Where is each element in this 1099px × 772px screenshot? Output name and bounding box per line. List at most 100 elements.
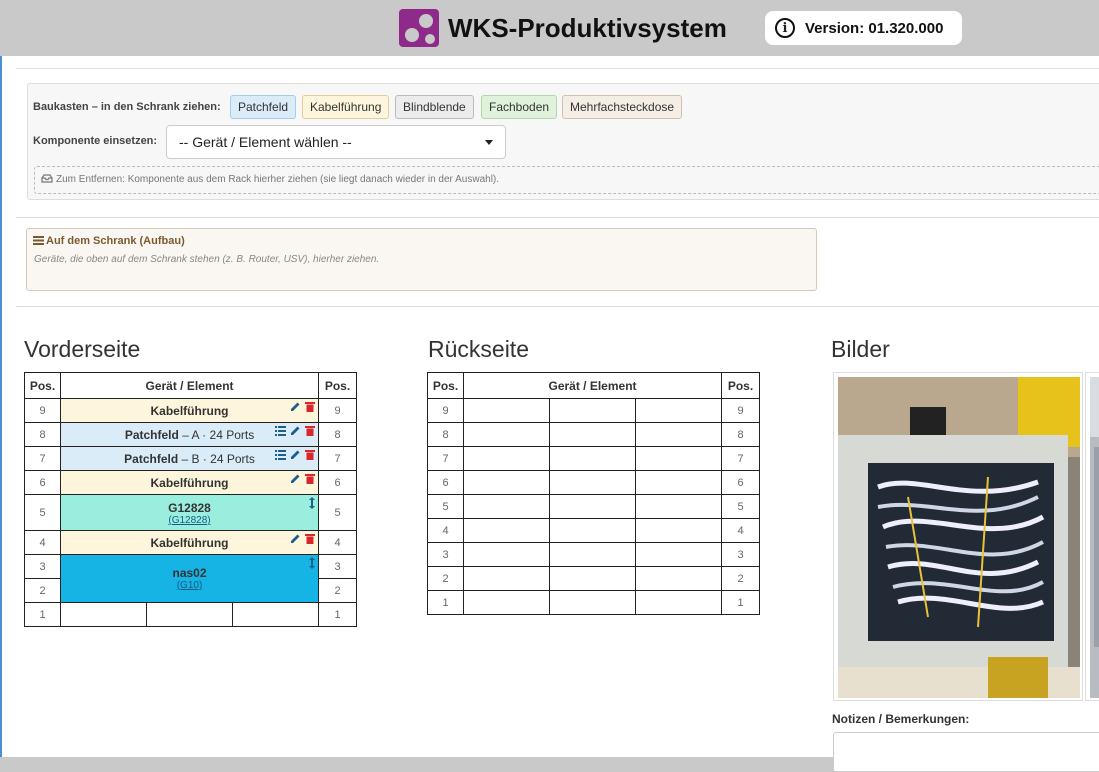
empty-slot[interactable] [549,590,636,615]
empty-slot[interactable] [549,542,636,567]
pos-left: 8 [24,422,61,447]
pos-left: 7 [24,446,61,471]
empty-slot[interactable] [231,602,320,627]
empty-slot[interactable] [549,470,636,495]
version-badge[interactable]: i Version: 01.320.000 [765,11,962,45]
pos-left: 5 [24,494,61,531]
rack-photo-thumbnail[interactable] [833,372,1083,701]
empty-slot[interactable] [549,566,636,591]
device-name: Patchfeld [124,427,179,442]
empty-slot[interactable] [634,542,723,567]
edit-pencil-icon[interactable] [290,401,301,412]
device-detail: – B · 24 Ports [178,451,255,466]
chip-fachboden[interactable]: Fachboden [481,95,558,119]
empty-slot[interactable] [463,542,550,567]
device-name: Patchfeld [124,451,179,466]
empty-slot[interactable] [463,566,550,591]
empty-slot[interactable] [463,494,550,519]
on-top-drop-zone[interactable]: Auf dem Schrank (Aufbau) Geräte, die obe… [26,228,817,291]
chip-patchfeld[interactable]: Patchfeld [230,95,297,119]
empty-slot[interactable] [634,590,723,615]
delete-trash-icon[interactable] [305,533,316,544]
empty-slot[interactable] [549,518,636,543]
col-pos-left: Pos. [427,372,464,399]
pos-right: 4 [318,530,358,555]
back-rack-table: Pos. Gerät / Element Pos. 9 9 8 8 7 7 6 6 5 5… [427,372,761,615]
pos-left: 3 [427,542,464,567]
chip-mehrfachsteckdose[interactable]: Mehrfachsteckdose [562,95,683,119]
device-link[interactable]: (G10) [62,580,318,591]
device-name: G12828 [168,501,211,515]
resize-vertical-icon[interactable] [309,497,316,509]
component-label: Komponente einsetzen: [33,135,158,147]
notes-label: Notizen / Bemerkungen: [832,712,970,726]
pos-left: 2 [427,566,464,591]
edit-pencil-icon[interactable] [290,533,301,544]
rack-unit-patchfeld-b[interactable]: Patchfeld – B · 24 Ports [59,446,320,471]
delete-trash-icon[interactable] [305,449,316,460]
rack-unit-patchfeld-a[interactable]: Patchfeld – A · 24 Ports [59,422,320,447]
rack-unit-nas02[interactable]: nas02 (G10) [59,554,320,603]
pos-right: 1 [721,590,761,615]
empty-slot[interactable] [549,446,636,471]
divider [16,217,1099,218]
device-name: Kabelführung [150,475,229,490]
pos-right: 1 [318,602,358,627]
version-label: Version: 01.320.000 [805,19,944,37]
empty-slot[interactable] [634,494,723,519]
rack-unit-kabelfuehrung[interactable]: Kabelführung [59,470,320,495]
empty-slot[interactable] [634,470,723,495]
pos-right: 9 [721,398,761,423]
remove-drop-zone[interactable]: Zum Entfernen: Komponente aus dem Rack h… [34,166,1099,194]
pos-right: 3 [318,554,358,579]
server-stack-icon [33,236,44,245]
pos-right: 2 [721,566,761,591]
empty-slot[interactable] [634,566,723,591]
empty-slot[interactable] [634,398,723,423]
empty-slot[interactable] [463,518,550,543]
delete-trash-icon[interactable] [305,425,316,436]
rack-unit-kabelfuehrung[interactable]: Kabelführung [59,530,320,555]
rack-unit-kabelfuehrung[interactable]: Kabelführung [59,398,320,423]
component-select[interactable]: -- Gerät / Element wählen -- [166,125,506,159]
images-heading: Bilder [831,336,890,362]
empty-slot[interactable] [463,590,550,615]
pos-right: 7 [318,446,358,471]
chevron-down-icon [485,140,493,145]
list-icon[interactable] [275,449,287,460]
delete-trash-icon[interactable] [305,401,316,412]
empty-slot[interactable] [549,422,636,447]
on-top-title: Auf dem Schrank (Aufbau) [46,235,185,247]
pos-right: 7 [721,446,761,471]
edit-pencil-icon[interactable] [290,473,301,484]
empty-slot[interactable] [463,422,550,447]
pos-right: 6 [721,470,761,495]
device-link[interactable]: (G12828) [62,515,318,526]
empty-slot[interactable] [634,446,723,471]
edit-pencil-icon[interactable] [290,449,301,460]
rack-photo-thumbnail[interactable] [1085,372,1099,701]
empty-slot[interactable] [463,446,550,471]
pos-left: 1 [24,602,61,627]
empty-slot[interactable] [463,470,550,495]
pos-left: 3 [24,554,61,579]
empty-slot[interactable] [146,602,233,627]
edit-pencil-icon[interactable] [290,425,301,436]
pos-right: 8 [721,422,761,447]
notes-textarea[interactable] [833,732,1099,772]
empty-slot[interactable] [549,494,636,519]
chip-blindblende[interactable]: Blindblende [395,95,474,119]
rack-unit-g12828[interactable]: G12828 (G12828) [59,494,320,531]
resize-vertical-icon[interactable] [309,557,316,569]
empty-slot[interactable] [634,422,723,447]
info-circle-icon: i [775,18,795,38]
delete-trash-icon[interactable] [305,473,316,484]
chip-kabelfuehrung[interactable]: Kabelführung [302,95,390,119]
empty-slot[interactable] [549,398,636,423]
front-heading: Vorderseite [24,336,141,362]
empty-slot[interactable] [463,398,550,423]
empty-slot[interactable] [60,602,147,627]
list-icon[interactable] [275,425,287,436]
empty-slot[interactable] [634,518,723,543]
pos-right: 6 [318,470,358,495]
